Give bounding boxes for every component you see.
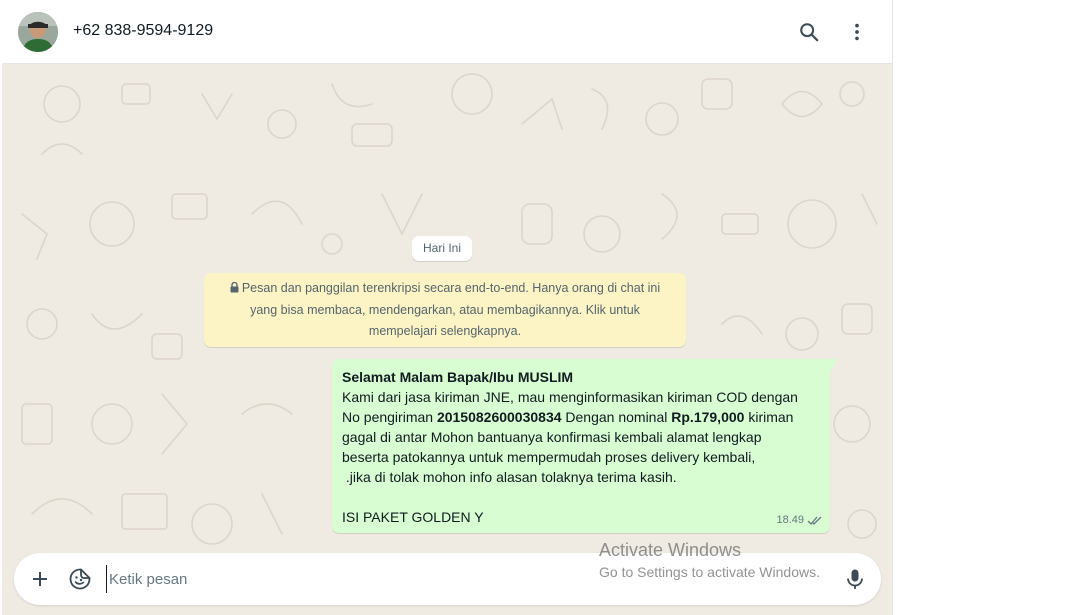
message-line: gagal di antar Mohon bantuanya konfirmas… bbox=[342, 429, 762, 445]
watermark-subtitle: Go to Settings to activate Windows. bbox=[599, 564, 820, 580]
lock-icon bbox=[230, 279, 239, 300]
message-text: No pengiriman bbox=[342, 409, 437, 425]
message-time: 18.49 bbox=[776, 514, 804, 526]
encryption-notice[interactable]: Pesan dan panggilan terenkripsi secara e… bbox=[204, 273, 686, 347]
chat-pane: +62 838-9594-9129 Hari Ini Pesan dan pan… bbox=[2, 0, 893, 615]
sticker-icon bbox=[69, 568, 91, 590]
message-line: beserta patokannya untuk mempermudah pro… bbox=[342, 449, 756, 465]
message-text: Dengan nominal bbox=[561, 409, 672, 425]
conversation-panel: Hari Ini Pesan dan panggilan terenkripsi… bbox=[2, 64, 892, 615]
notice-line-2: yang bisa membaca, mendengarkan, atau me… bbox=[250, 303, 640, 317]
contact-avatar[interactable] bbox=[18, 12, 58, 52]
double-check-icon bbox=[807, 516, 822, 525]
message-line: .jika di tolak mohon info alasan tolakny… bbox=[342, 469, 677, 485]
date-chip: Hari Ini bbox=[412, 236, 473, 261]
search-icon bbox=[800, 23, 819, 42]
outgoing-message[interactable]: Selamat Malam Bapak/Ibu MUSLIM Kami dari… bbox=[332, 359, 830, 533]
avatar-image bbox=[18, 12, 58, 52]
notice-line-1: Pesan dan panggilan terenkripsi secara e… bbox=[241, 281, 661, 295]
tracking-number: 2015082600030834 bbox=[436, 409, 562, 425]
message-line: No pengiriman 2015082600030834 Dengan no… bbox=[342, 407, 820, 427]
notice-line-3: mempelajari selengkapnya. bbox=[368, 324, 522, 338]
menu-button[interactable] bbox=[841, 16, 873, 48]
plus-icon bbox=[33, 572, 47, 586]
message-line: Kami dari jasa kiriman JNE, mau menginfo… bbox=[342, 389, 798, 405]
contact-name[interactable]: +62 838-9594-9129 bbox=[73, 22, 213, 40]
message-greeting: Selamat Malam Bapak/Ibu MUSLIM bbox=[342, 369, 574, 385]
bubble-tail bbox=[830, 359, 838, 372]
attach-button[interactable] bbox=[24, 563, 56, 595]
sticker-button[interactable] bbox=[64, 563, 96, 595]
message-text: kiriman bbox=[744, 409, 794, 425]
chat-header: +62 838-9594-9129 bbox=[2, 0, 892, 64]
search-button[interactable] bbox=[793, 16, 825, 48]
more-vertical-icon bbox=[855, 23, 859, 41]
activation-watermark: Activate Windows Go to Settings to activ… bbox=[599, 540, 859, 580]
message-meta: 18.49 bbox=[776, 510, 823, 530]
message-line: ISI PAKET GOLDEN Y bbox=[342, 509, 484, 525]
cod-amount: Rp.179,000 bbox=[671, 409, 745, 425]
watermark-title: Activate Windows bbox=[599, 540, 742, 560]
